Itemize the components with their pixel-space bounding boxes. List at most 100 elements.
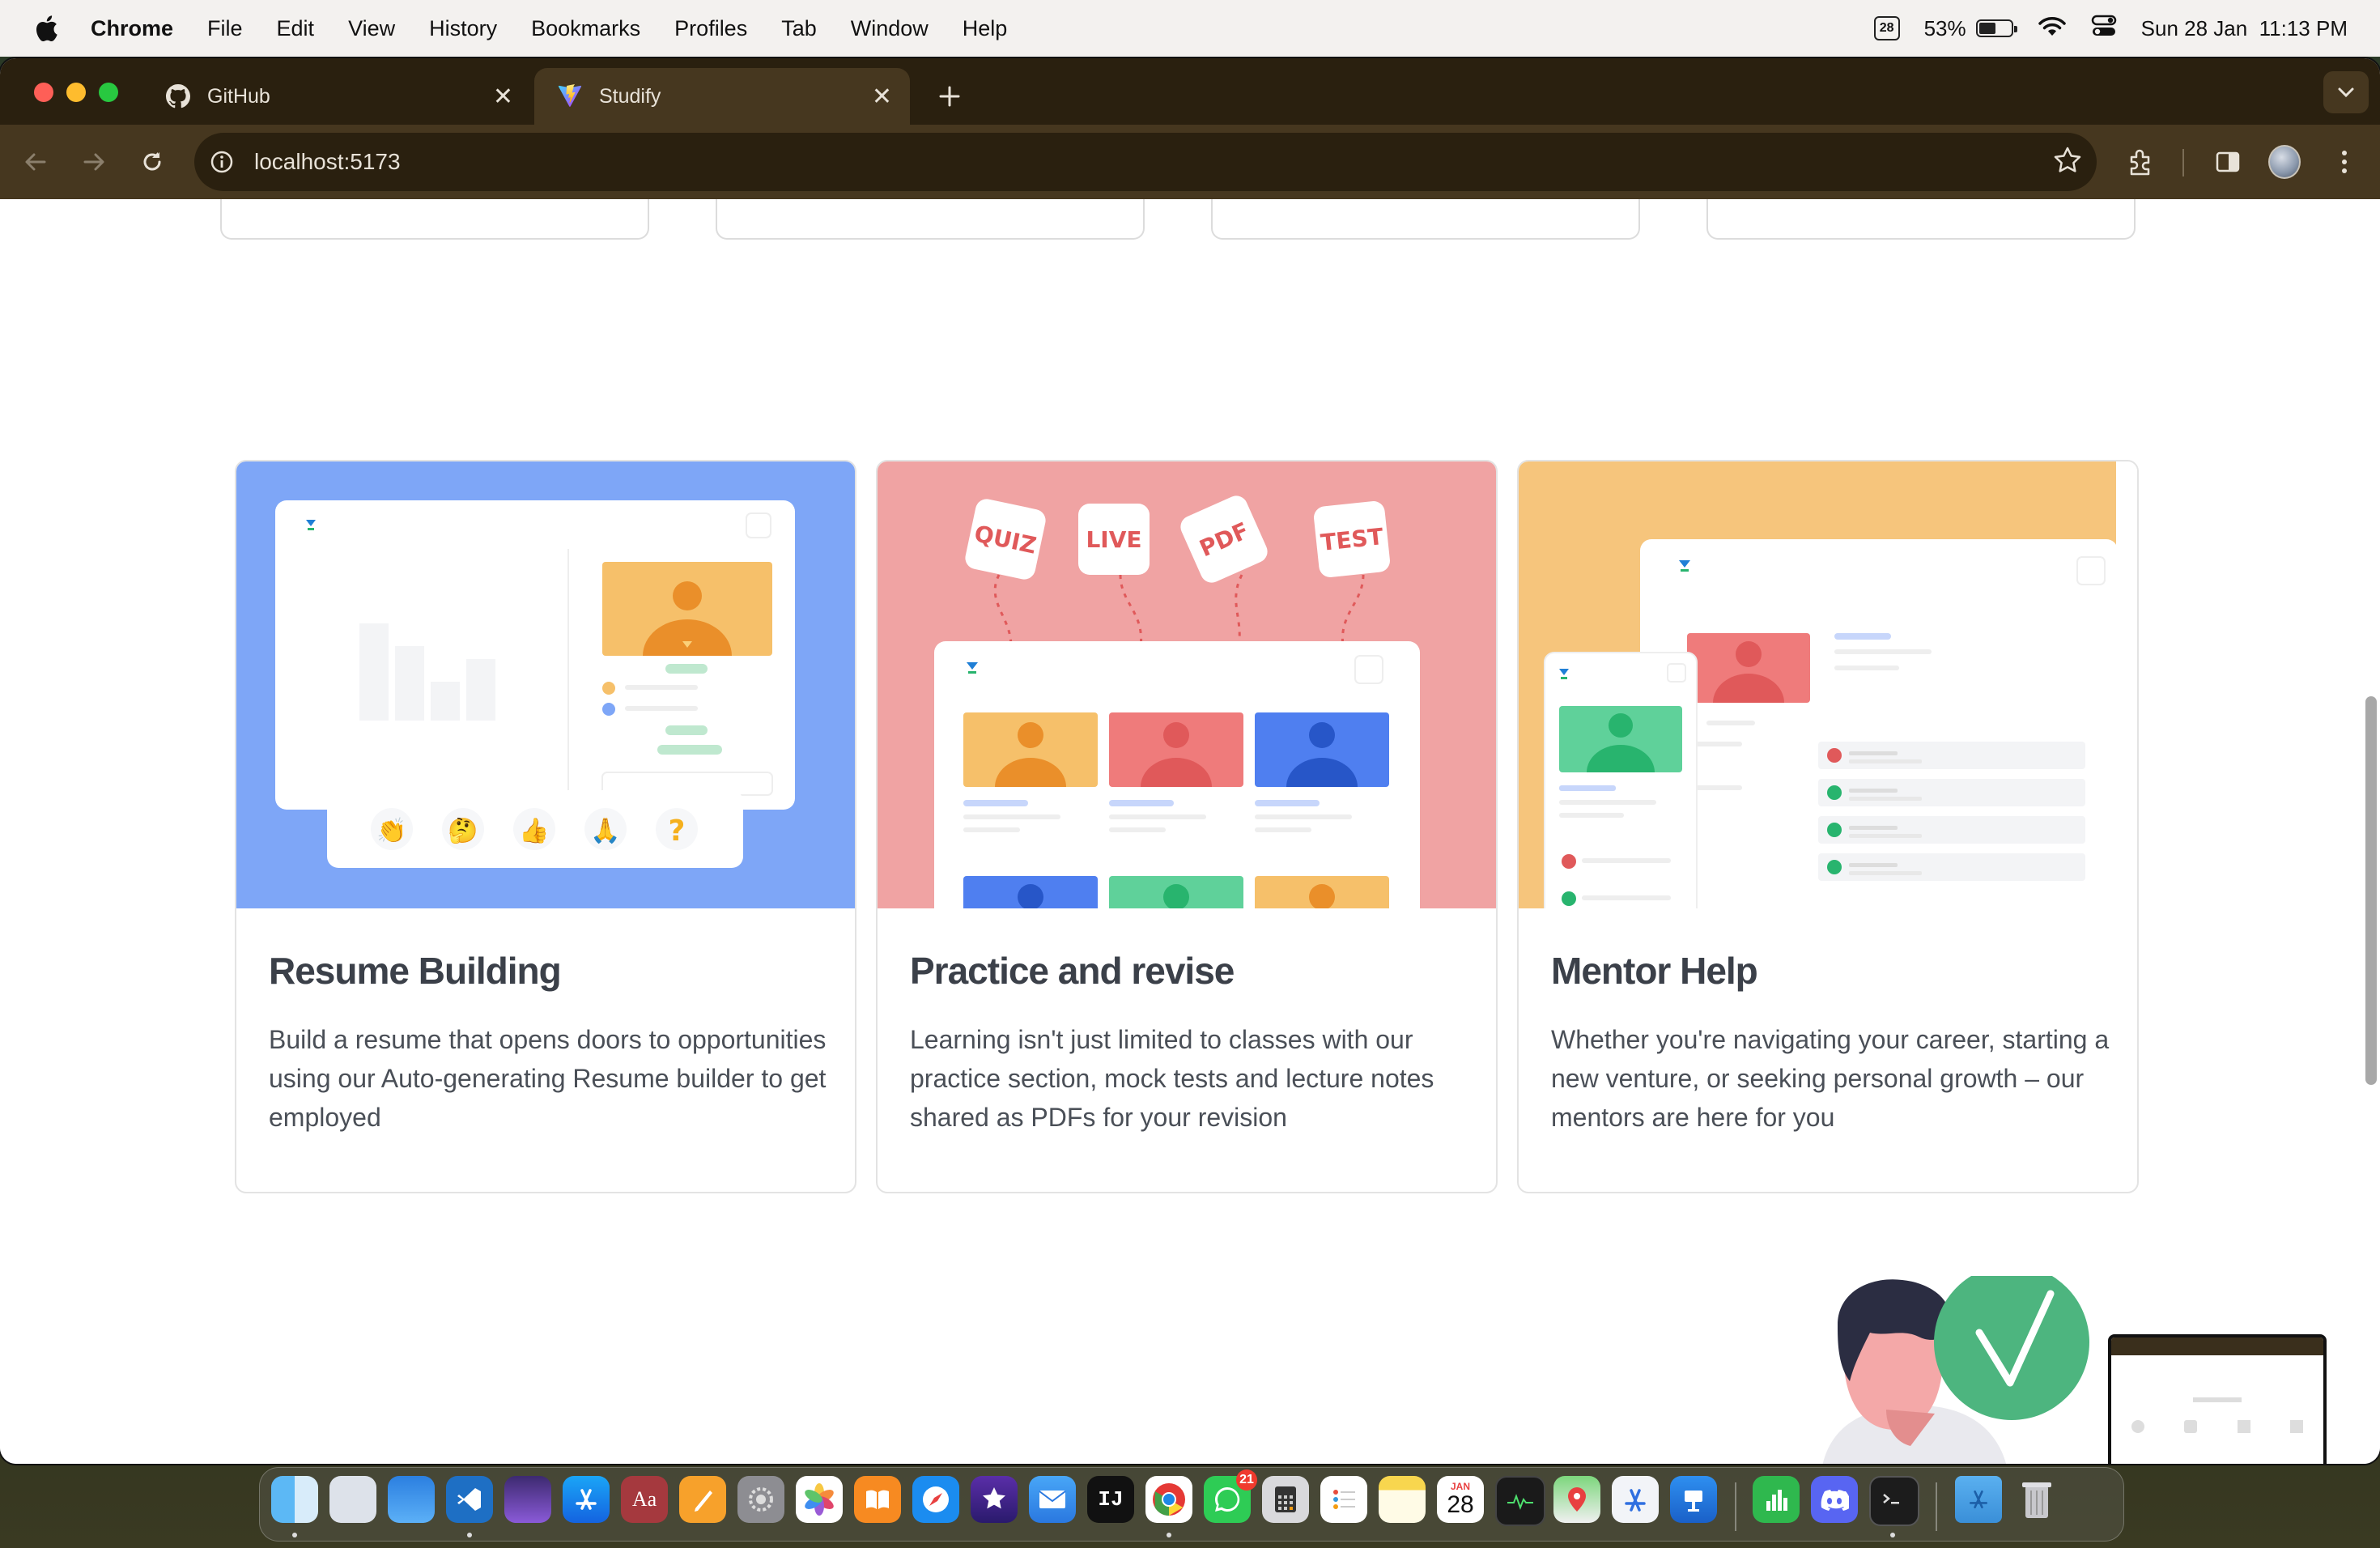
previous-section-card — [1211, 199, 1640, 240]
battery-percent: 53% — [1923, 15, 1966, 40]
calculator-icon[interactable] — [1262, 1476, 1309, 1523]
feature-description: Build a resume that opens doors to oppor… — [269, 1025, 827, 1132]
browser-toolbar: localhost:5173 — [0, 125, 2380, 199]
shortcuts-icon[interactable] — [504, 1476, 551, 1523]
safari-icon[interactable] — [912, 1476, 959, 1523]
address-bar[interactable]: localhost:5173 — [194, 133, 2097, 191]
feature-title: Practice and revise — [910, 950, 1235, 992]
address-url: localhost:5173 — [254, 149, 401, 174]
browser-window: GitHub ✕ Studify ✕ localhost:5173 👏 🤔 👍 … — [0, 58, 2380, 1464]
svg-text:?: ? — [669, 814, 686, 848]
previous-section-card — [220, 199, 649, 240]
mentor-illustration — [1519, 461, 2137, 908]
feature-description: Learning isn't just limited to classes w… — [910, 1025, 1434, 1132]
extensions-icon[interactable] — [2124, 146, 2157, 178]
tab-strip: GitHub ✕ Studify ✕ — [0, 58, 2380, 125]
profile-avatar[interactable] — [2268, 145, 2301, 179]
calendar-status-icon[interactable]: 28 — [1873, 16, 1900, 40]
imovie-icon[interactable] — [971, 1476, 1018, 1523]
previous-section-card — [1706, 199, 2136, 240]
dictionary-icon[interactable]: Aa — [621, 1476, 668, 1523]
pages-icon[interactable] — [679, 1476, 726, 1523]
menu-profiles[interactable]: Profiles — [674, 16, 747, 41]
menu-file[interactable]: File — [207, 16, 243, 41]
books-icon[interactable] — [854, 1476, 901, 1523]
new-tab-button[interactable] — [929, 76, 970, 117]
whatsapp-unread-badge: 21 — [1236, 1469, 1257, 1491]
trash-icon[interactable] — [2013, 1476, 2060, 1523]
wifi-icon[interactable] — [2038, 15, 2067, 43]
datetime[interactable]: Sun 28 Jan 11:13 PM — [2141, 16, 2348, 41]
intellij-icon[interactable]: IJ — [1087, 1476, 1134, 1523]
icloud-icon[interactable] — [388, 1476, 435, 1523]
menu-app-name[interactable]: Chrome — [91, 16, 173, 41]
menu-bookmarks[interactable]: Bookmarks — [531, 16, 640, 41]
badge-live: LIVE — [1086, 526, 1141, 553]
github-icon — [165, 83, 191, 109]
close-tab-github-icon[interactable]: ✕ — [493, 83, 513, 111]
menu-view[interactable]: View — [348, 16, 395, 41]
forward-arrow-icon[interactable] — [78, 146, 110, 178]
dock-separator — [1735, 1482, 1736, 1531]
photos-icon[interactable] — [796, 1476, 843, 1523]
menu-history[interactable]: History — [429, 16, 497, 41]
battery-level — [1978, 23, 1995, 34]
close-window-button[interactable] — [34, 83, 53, 102]
back-arrow-icon[interactable] — [19, 146, 52, 178]
menu-window[interactable]: Window — [851, 16, 929, 41]
menu-tab[interactable]: Tab — [781, 16, 817, 41]
notes-icon[interactable] — [1379, 1476, 1426, 1523]
mail-icon[interactable] — [1029, 1476, 1076, 1523]
vscode-icon[interactable] — [446, 1476, 493, 1523]
control-center-icon[interactable] — [2091, 14, 2117, 44]
macos-menu-bar: Chrome File Edit View History Bookmarks … — [0, 0, 2380, 57]
previous-section-card — [716, 199, 1145, 240]
tab-studify[interactable]: Studify ✕ — [534, 68, 910, 125]
dock-separator — [1936, 1482, 1937, 1531]
discord-icon[interactable] — [1811, 1476, 1858, 1523]
reminders-icon[interactable] — [1320, 1476, 1367, 1523]
applications-folder-icon[interactable] — [1955, 1476, 2002, 1523]
bookmark-star-icon[interactable] — [2053, 146, 2082, 179]
running-indicator — [292, 1533, 297, 1537]
reload-icon[interactable] — [136, 146, 168, 178]
running-indicator — [1890, 1533, 1895, 1537]
site-info-icon[interactable] — [206, 146, 238, 178]
app-store-icon[interactable] — [563, 1476, 610, 1523]
menu-edit[interactable]: Edit — [277, 16, 315, 41]
calendar-month: JAN — [1450, 1481, 1470, 1492]
close-tab-studify-icon[interactable]: ✕ — [872, 83, 892, 111]
side-panel-icon[interactable] — [2212, 146, 2244, 178]
toolbar-divider — [2182, 149, 2184, 176]
vertical-scrollbar[interactable] — [2365, 696, 2377, 1085]
chrome-icon[interactable] — [1145, 1476, 1192, 1523]
activity-monitor-icon[interactable] — [1495, 1476, 1545, 1526]
feature-card-mentor: Mentor Help Whether you're navigating yo… — [1517, 460, 2139, 1193]
whatsapp-icon[interactable]: 21 — [1204, 1469, 1257, 1523]
page-viewport: 👏 🤔 👍 🙏 ? Resume Building Build a resume… — [0, 199, 2380, 1464]
battery-icon — [1975, 19, 2017, 37]
resume-illustration: 👏 🤔 👍 🙏 ? — [236, 461, 855, 908]
calendar-status-day: 28 — [1879, 21, 1894, 35]
instruments-icon[interactable] — [1612, 1476, 1659, 1523]
numbers-icon[interactable] — [1753, 1476, 1800, 1523]
chrome-menu-icon[interactable] — [2328, 146, 2361, 178]
menu-help[interactable]: Help — [963, 16, 1008, 41]
battery-status[interactable]: 53% — [1923, 15, 2017, 41]
apple-icon[interactable] — [32, 14, 60, 43]
finder-icon[interactable] — [271, 1476, 318, 1523]
terminal-icon[interactable] — [1869, 1476, 1919, 1526]
tab-search-button[interactable] — [2323, 71, 2369, 113]
keynote-icon[interactable] — [1670, 1476, 1717, 1523]
screen-preview-thumbnail[interactable] — [2108, 1334, 2327, 1464]
migration-assistant-icon[interactable] — [329, 1476, 376, 1523]
tab-studify-title: Studify — [599, 84, 661, 108]
tab-github[interactable]: GitHub ✕ — [142, 68, 531, 125]
calendar-day: 28 — [1447, 1491, 1474, 1518]
system-settings-icon[interactable] — [737, 1476, 784, 1523]
maximize-window-button[interactable] — [99, 83, 118, 102]
minimize-window-button[interactable] — [66, 83, 86, 102]
calendar-icon[interactable]: JAN 28 — [1437, 1476, 1484, 1523]
mentor-avatar-illustration — [1781, 1265, 2105, 1464]
maps-icon[interactable] — [1553, 1476, 1600, 1523]
